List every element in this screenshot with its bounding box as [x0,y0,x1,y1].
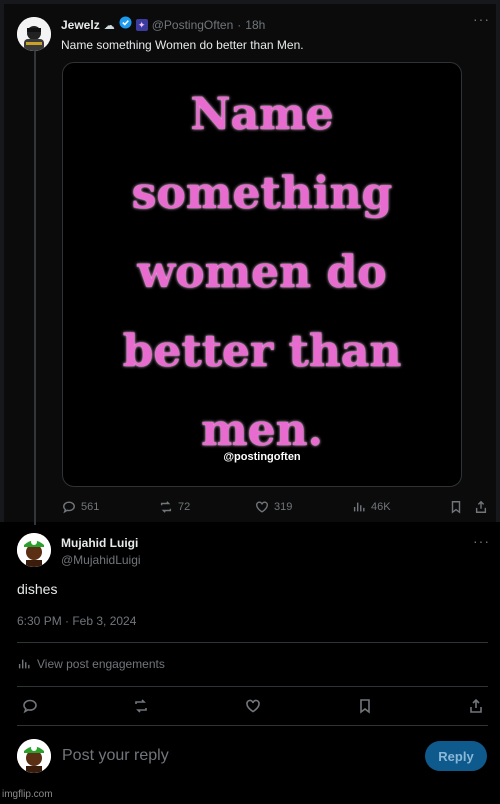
bookmark-icon [360,699,370,714]
reply-like-action[interactable] [245,698,261,714]
image-line: better than [122,326,402,377]
reply-action[interactable]: 561 [62,500,99,514]
engagements-icon [18,659,30,669]
screen: Jewelz ☁ ✦ @PostingOften · 18h Name some… [0,0,500,804]
image-line: Name [190,89,334,140]
engagements-label: View post engagements [37,657,165,671]
reply-text: dishes [17,581,58,597]
like-action[interactable]: 319 [255,500,292,514]
divider [17,686,488,687]
reply-author-avatar[interactable] [17,533,51,567]
reply-bookmark-action[interactable] [357,698,373,714]
bookmark-icon [451,501,461,514]
like-count: 319 [274,501,293,513]
views-count: 46K [371,501,391,513]
repost-icon [160,501,172,513]
reply-timestamp[interactable]: 6:30 PM · Feb 3, 2024 [17,614,136,628]
image-line: women do [137,247,387,298]
more-icon[interactable]: ··· [473,11,490,27]
original-post-text: Name something Women do better than Men. [61,38,304,52]
bookmark-action[interactable] [449,500,463,514]
post-image[interactable]: Name something women do better than men.… [62,62,462,487]
share-icon [470,698,482,713]
reply-button[interactable]: Reply [425,741,487,771]
original-author-name[interactable]: Jewelz [61,18,100,32]
repost-icon [135,699,147,713]
reply-more-icon[interactable]: ··· [473,533,490,549]
share-action[interactable] [474,500,488,514]
original-author-avatar[interactable] [17,17,51,51]
divider [17,725,488,726]
reply-icon [23,699,37,714]
original-time[interactable]: 18h [245,18,265,32]
heart-icon [246,699,260,713]
repost-action[interactable]: 72 [159,500,190,514]
imgflip-watermark: imgflip.com [2,789,53,800]
image-watermark: @postingoften [223,451,301,463]
divider [17,642,488,643]
reply-handle[interactable]: @MujahidLuigi [61,553,141,567]
verified-badge-icon [119,16,132,34]
views-icon [353,502,365,512]
image-line: something [131,168,393,219]
views-action[interactable]: 46K [352,500,391,514]
thread-line [34,50,36,525]
image-caption: Name something women do better than men. [63,75,461,470]
share-icon [475,500,487,513]
original-handle[interactable]: @PostingOften [152,18,234,32]
heart-icon [256,501,268,513]
view-engagements-link[interactable]: View post engagements [17,657,165,671]
reply-count: 561 [81,501,100,513]
reply-author-name[interactable]: Mujahid Luigi [61,536,138,550]
sparkle-emoji-icon: ✦ [135,19,148,31]
reply-repost-action[interactable] [133,698,149,714]
cloud-icon: ☁ [103,19,115,32]
reply-reply-action[interactable] [22,698,38,714]
reply-icon [63,501,75,514]
reply-input[interactable]: Post your reply [62,747,169,765]
reply-share-action[interactable] [468,698,484,714]
repost-count: 72 [178,501,191,513]
composer-avatar [17,739,51,773]
